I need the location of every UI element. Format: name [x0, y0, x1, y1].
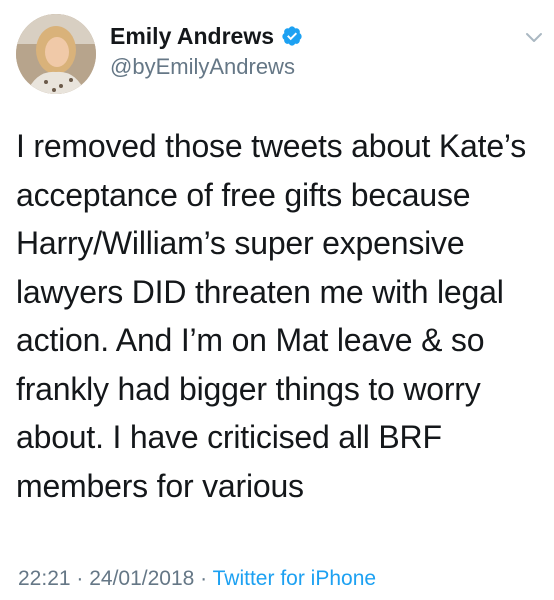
tweet-time: 22:21: [18, 567, 71, 590]
user-handle[interactable]: @byEmilyAndrews: [110, 54, 295, 80]
tweet-text: I removed those tweets about Kate’s acce…: [16, 128, 527, 504]
meta-separator: ·: [70, 567, 90, 590]
tweet-meta: 22:21 · 24/01/2018 · Twitter for iPhone: [18, 567, 376, 591]
display-name[interactable]: Emily Andrews: [110, 23, 274, 50]
tweet-date: 24/01/2018: [89, 567, 195, 590]
meta-separator: ·: [194, 567, 213, 590]
name-row: Emily Andrews: [110, 22, 303, 50]
avatar[interactable]: [16, 14, 96, 94]
tweet-card: Emily Andrews @byEmilyAndrews I removed …: [0, 0, 554, 600]
avatar-photo: [16, 14, 96, 94]
verified-badge-icon: [281, 25, 303, 47]
chevron-down-icon[interactable]: [524, 30, 544, 44]
tweet-source-link[interactable]: Twitter for iPhone: [213, 567, 376, 590]
